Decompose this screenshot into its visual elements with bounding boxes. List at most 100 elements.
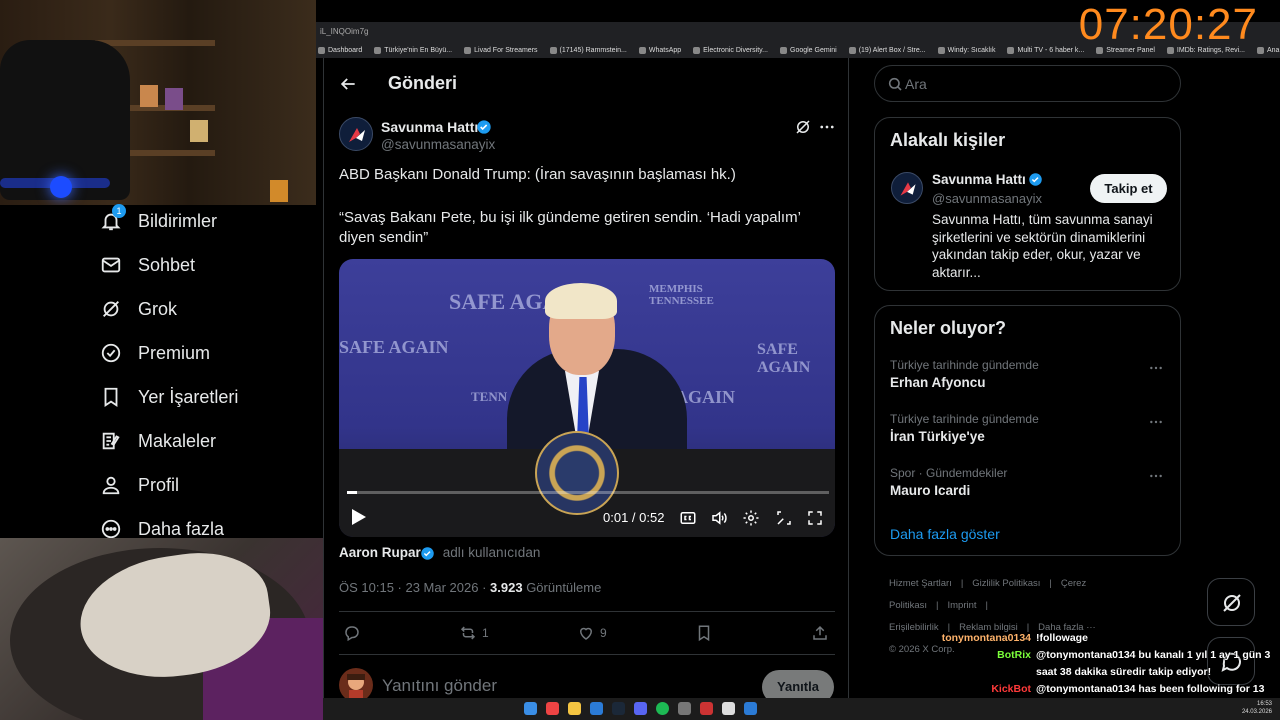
fullscreen-icon[interactable]: [806, 509, 824, 527]
bookmark-label: Türkiye'nin En Büyü...: [384, 46, 453, 54]
more-options-icon[interactable]: [1148, 360, 1164, 376]
more-options-icon[interactable]: [818, 118, 836, 136]
bookmark-label: Windy: Sıcaklık: [947, 46, 996, 54]
shelf: [95, 40, 215, 46]
trend-item[interactable]: Türkiye tarihinde gündemde İran Türkiye'…: [890, 412, 1170, 444]
discord-icon[interactable]: [634, 702, 647, 715]
trends-title: Neler oluyor?: [890, 318, 1007, 338]
nav-premium[interactable]: Premium: [100, 342, 210, 364]
grok-floating-button[interactable]: [1207, 578, 1255, 626]
bookmark-item[interactable]: (19) Alert Box / Stre...: [848, 46, 926, 54]
bookmark-action[interactable]: [695, 624, 713, 642]
spotify-icon[interactable]: [656, 702, 669, 715]
post-actions: 1 9: [339, 624, 835, 646]
share-action[interactable]: [811, 624, 829, 642]
nav-grok[interactable]: Grok: [100, 298, 177, 320]
footer-separator: |: [960, 578, 964, 589]
nav-label: Yer İşaretleri: [138, 386, 239, 407]
like-count: 9: [600, 626, 607, 640]
main-column: Gönderi Savunma Hattı @savunmasanayix AB…: [323, 58, 849, 698]
bookmark-item[interactable]: Windy: Sıcaklık: [937, 46, 996, 54]
related-handle[interactable]: @savunmasanayix: [932, 191, 1042, 206]
follow-button[interactable]: Takip et: [1090, 174, 1167, 203]
app-icon[interactable]: [590, 702, 603, 715]
app-icon[interactable]: [744, 702, 757, 715]
post-timestamp[interactable]: ÖS 10:15 · 23 Mar 2026 ·: [339, 580, 490, 595]
picture-in-picture-icon[interactable]: [775, 509, 793, 527]
search-input[interactable]: Ara: [874, 65, 1181, 102]
bookmark-item[interactable]: Google Gemini: [780, 46, 837, 54]
search-icon: [888, 77, 902, 91]
volume-icon[interactable]: [710, 509, 728, 527]
related-people-card: Alakalı kişiler Savunma Hattı @savunmasa…: [874, 117, 1181, 291]
chrome-icon[interactable]: [546, 702, 559, 715]
trend-item[interactable]: Türkiye tarihinde gündemde Erhan Afyoncu: [890, 358, 1170, 390]
related-avatar[interactable]: [891, 172, 923, 204]
system-time: 16:53: [1256, 701, 1272, 707]
bookmark-item[interactable]: (17145) Rammstein...: [549, 46, 627, 54]
my-avatar[interactable]: [339, 668, 373, 698]
bookmark-item[interactable]: WhatsApp: [638, 46, 681, 54]
play-icon[interactable]: [351, 508, 367, 526]
video-progress-bar[interactable]: [347, 491, 829, 494]
more-options-icon[interactable]: [1148, 414, 1164, 430]
related-title: Alakalı kişiler: [890, 130, 1006, 150]
app-icon[interactable]: [678, 702, 691, 715]
nav-notifications[interactable]: 1 Bildirimler: [100, 204, 217, 232]
footer-link[interactable]: Hizmet Şartları: [889, 578, 952, 589]
repost-action[interactable]: 1: [459, 624, 489, 642]
settings-gear-icon[interactable]: [742, 509, 760, 527]
app-icon[interactable]: [722, 702, 735, 715]
bookmark-item[interactable]: Electronic Diversity...: [693, 46, 768, 54]
bookmark-item[interactable]: Livad For Streamers: [464, 46, 538, 54]
more-options-icon[interactable]: [1148, 468, 1164, 484]
video-player[interactable]: SAFE AGAIN MEMPHIS TENNESSEE SAFE AGAIN …: [339, 259, 835, 537]
nav-label: Premium: [138, 342, 211, 363]
shelf-item: [165, 88, 183, 110]
reply-input[interactable]: Yanıtını gönder: [382, 676, 497, 696]
post-text-line: ABD Başkanı Donald Trump: (İran savaşını…: [339, 166, 736, 183]
nav-profile[interactable]: Profil: [100, 474, 179, 496]
show-more-link[interactable]: Daha fazla göster: [890, 526, 1000, 542]
steam-icon[interactable]: [612, 702, 625, 715]
bookmark-favicon-icon: [848, 46, 856, 54]
captions-icon[interactable]: [679, 509, 697, 527]
bookmark-item[interactable]: Dashboard: [318, 46, 362, 54]
nav-label: Profil: [138, 474, 180, 495]
author-avatar[interactable]: [339, 117, 373, 151]
credit-name[interactable]: Aaron Rupar: [339, 545, 421, 560]
app-icon[interactable]: [700, 702, 713, 715]
bookmark-item[interactable]: Türkiye'nin En Büyü...: [374, 46, 453, 54]
trend-name: Mauro Icardi: [890, 483, 971, 498]
nav-label: Sohbet: [138, 254, 196, 275]
reply-action[interactable]: [343, 624, 361, 642]
nav-articles[interactable]: Makaleler: [100, 430, 216, 452]
chat-username: tonymontana0134: [941, 632, 1031, 644]
like-action[interactable]: 9: [577, 624, 607, 642]
video-credit: Aaron Rupar adlı kullanıcıdan: [339, 545, 540, 560]
nav-chat[interactable]: Sohbet: [100, 254, 195, 276]
bookmark-item[interactable]: Ana Sayfa • HBO Max: [1257, 46, 1280, 54]
nav-more[interactable]: Daha fazla: [100, 518, 224, 540]
explorer-icon[interactable]: [568, 702, 581, 715]
trend-context: Türkiye tarihinde gündemde: [890, 358, 1039, 372]
grok-explain-icon[interactable]: [794, 118, 812, 136]
author-name[interactable]: Savunma Hattı: [381, 119, 478, 135]
system-clock[interactable]: 16:53 24.03.2026: [1242, 700, 1272, 716]
trend-item[interactable]: Spor · Gündemdekiler Mauro Icardi: [890, 466, 1170, 498]
heart-icon: [579, 627, 593, 640]
bookmark-item[interactable]: Multi TV - 6 haber k...: [1007, 46, 1084, 54]
chat-message: tonymontana0134 !followage: [920, 630, 1280, 647]
reply-button[interactable]: Yanıtla: [762, 670, 834, 698]
bookmark-label: Electronic Diversity...: [703, 46, 768, 54]
footer-link[interactable]: Imprint: [947, 600, 976, 611]
bookmark-favicon-icon: [780, 46, 787, 54]
nav-bookmarks[interactable]: Yer İşaretleri: [100, 386, 238, 408]
back-arrow-icon[interactable]: [338, 74, 358, 94]
related-name[interactable]: Savunma Hattı: [932, 172, 1026, 187]
start-icon[interactable]: [524, 702, 537, 715]
bookmark-favicon-icon: [1257, 46, 1264, 54]
footer-link[interactable]: Gizlilik Politikası: [972, 578, 1040, 589]
author-handle[interactable]: @savunmasanayix: [381, 137, 495, 152]
nav-label: Daha fazla: [138, 518, 225, 539]
